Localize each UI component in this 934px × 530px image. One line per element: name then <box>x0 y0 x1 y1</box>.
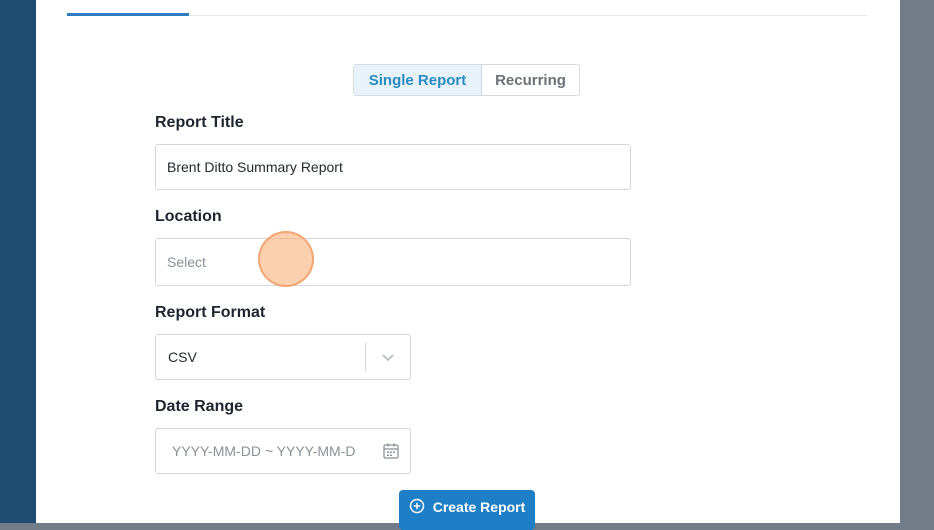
location-placeholder: Select <box>167 254 206 270</box>
right-background-band <box>899 0 934 523</box>
recurring-option[interactable]: Recurring <box>482 65 579 95</box>
report-title-input[interactable]: Brent Ditto Summary Report <box>155 144 631 190</box>
report-format-value: CSV <box>168 349 197 365</box>
single-report-option[interactable]: Single Report <box>354 65 482 95</box>
report-type-toggle: Single Report Recurring <box>353 64 580 96</box>
create-report-label: Create Report <box>432 499 526 515</box>
date-range-placeholder: YYYY-MM-DD ~ YYYY-MM-D <box>172 443 356 459</box>
report-panel: Single Report Recurring Report Title Bre… <box>36 0 900 530</box>
chevron-down-icon[interactable] <box>366 350 410 364</box>
single-report-label: Single Report <box>368 71 467 89</box>
create-report-button[interactable]: Create Report <box>399 490 535 530</box>
report-title-value: Brent Ditto Summary Report <box>167 159 343 175</box>
recurring-label: Recurring <box>495 71 566 89</box>
location-label: Location <box>155 208 222 225</box>
date-range-label: Date Range <box>155 398 244 415</box>
date-range-input[interactable]: YYYY-MM-DD ~ YYYY-MM-D <box>155 428 411 474</box>
left-background-band <box>0 0 36 523</box>
cursor-highlight <box>258 231 314 287</box>
location-select[interactable]: Select <box>155 238 631 286</box>
active-tab-indicator <box>67 13 189 16</box>
plus-circle-icon <box>409 498 425 517</box>
report-format-select[interactable]: CSV <box>155 334 411 380</box>
calendar-icon[interactable] <box>372 442 410 460</box>
report-title-label: Report Title <box>155 114 244 131</box>
report-format-label: Report Format <box>155 304 266 321</box>
